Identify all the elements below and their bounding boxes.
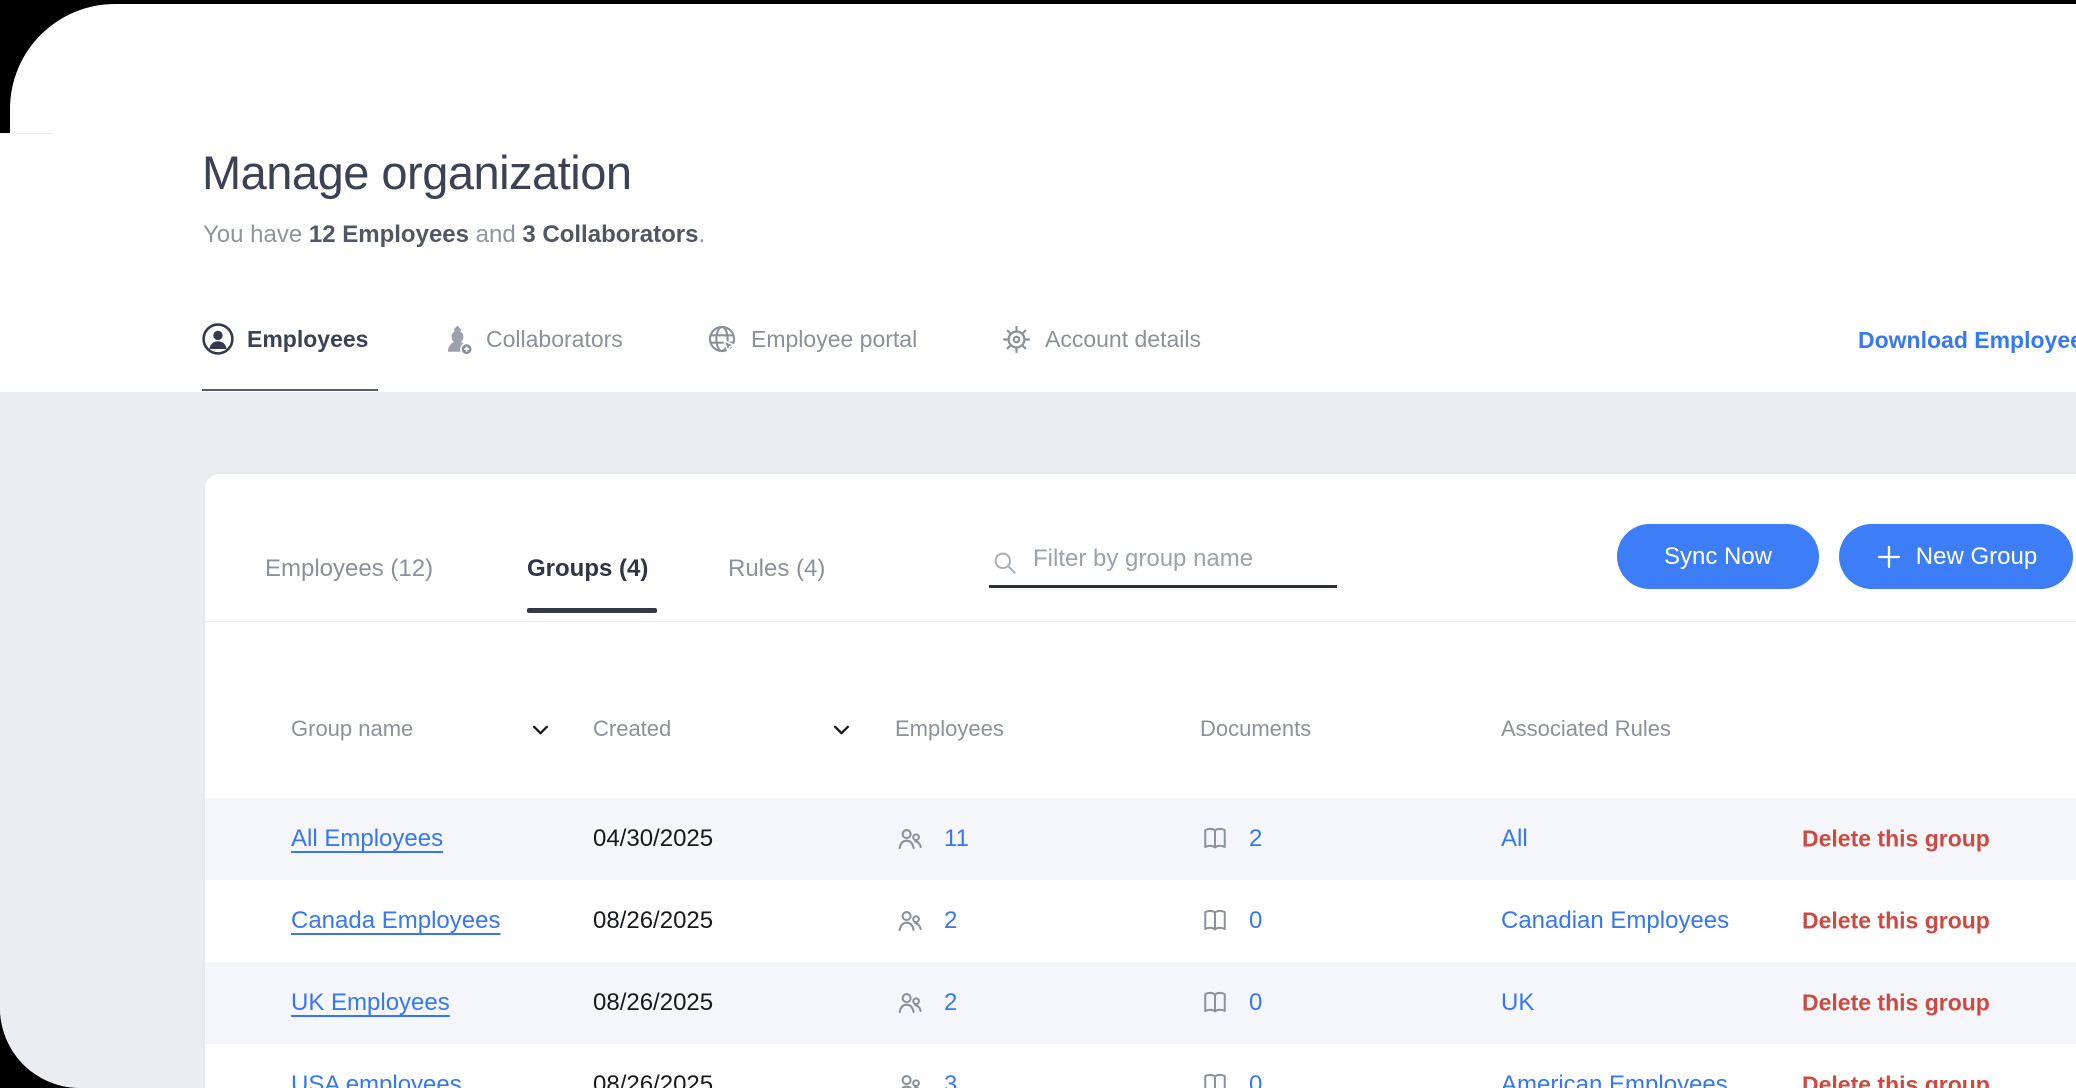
gear-icon — [1001, 324, 1032, 355]
employees-count-link[interactable]: 2 — [944, 989, 957, 1017]
tab-employee-portal[interactable]: Employee portal — [706, 315, 917, 363]
page-title: Manage organization — [202, 145, 631, 200]
documents-count-link[interactable]: 0 — [1249, 989, 1262, 1017]
associated-rules-link[interactable]: All — [1501, 825, 1528, 853]
employees-count-link[interactable]: 2 — [944, 907, 957, 935]
delete-group-button[interactable]: Delete this group — [1802, 908, 1990, 935]
tab-label: Account details — [1045, 326, 1201, 353]
book-icon — [1200, 824, 1230, 855]
table-header: Group name Created Employees Documents A… — [205, 716, 2076, 746]
associated-rules-link[interactable]: UK — [1501, 989, 1534, 1017]
employees-count-link[interactable]: 11 — [944, 825, 969, 853]
card-header-divider — [205, 621, 2076, 622]
created-date: 08/26/2025 — [593, 907, 713, 935]
book-icon — [1200, 906, 1230, 937]
active-card-tab-underline — [527, 608, 657, 613]
book-icon — [1200, 988, 1230, 1019]
tab-account-details[interactable]: Account details — [1001, 315, 1201, 363]
tab-employees[interactable]: Employees — [202, 315, 368, 363]
created-date: 08/26/2025 — [593, 1071, 713, 1088]
groups-card: Employees (12) Groups (4) Rules (4) Sync… — [205, 474, 2076, 1088]
filter-by-group-name-input[interactable] — [989, 536, 1337, 588]
associated-rules-link[interactable]: American Employees — [1501, 1071, 1728, 1088]
people-icon — [895, 1070, 926, 1088]
new-group-button[interactable]: New Group — [1839, 524, 2073, 589]
documents-count-link[interactable]: 2 — [1249, 825, 1262, 853]
table-row: Canada Employees 08/26/2025 2 0 Canadian… — [205, 880, 2076, 962]
column-documents: Documents — [1200, 716, 1311, 742]
page-top-seam — [0, 133, 54, 134]
person-circle-icon — [202, 323, 234, 355]
tab-collaborators[interactable]: Collaborators — [442, 315, 623, 363]
sync-now-button[interactable]: Sync Now — [1617, 524, 1819, 589]
people-icon — [895, 988, 926, 1019]
group-filter — [989, 536, 1337, 588]
window-chrome — [10, 4, 2076, 136]
download-employee-link[interactable]: Download Employee — [1858, 327, 2076, 354]
column-created: Created — [593, 716, 671, 742]
person-plus-icon — [442, 323, 473, 356]
page-subtitle: You have 12 Employees and 3 Collaborator… — [203, 221, 705, 249]
group-name-link[interactable]: All Employees — [291, 825, 443, 853]
card-tab-rules[interactable]: Rules (4) — [728, 555, 825, 583]
column-associated-rules: Associated Rules — [1501, 716, 1671, 742]
group-name-link[interactable]: USA employees — [291, 1071, 462, 1088]
card-tab-groups[interactable]: Groups (4) — [527, 555, 648, 583]
table-row: UK Employees 08/26/2025 2 0 UK Delete th… — [205, 962, 2076, 1044]
people-icon — [895, 824, 926, 855]
plus-icon — [1875, 543, 1903, 571]
app-window: Manage organization You have 12 Employee… — [0, 133, 2076, 1088]
employees-count-link[interactable]: 3 — [944, 1071, 957, 1088]
table-row: USA employees 08/26/2025 3 0 American Em… — [205, 1044, 2076, 1088]
tab-label: Collaborators — [486, 326, 623, 353]
active-tab-underline — [202, 389, 378, 391]
created-date: 04/30/2025 — [593, 825, 713, 853]
globe-cursor-icon — [706, 323, 738, 355]
tab-label: Employees — [247, 326, 368, 353]
documents-count-link[interactable]: 0 — [1249, 1071, 1262, 1088]
people-icon — [895, 906, 926, 937]
documents-count-link[interactable]: 0 — [1249, 907, 1262, 935]
card-tab-employees[interactable]: Employees (12) — [265, 555, 433, 583]
table-body: All Employees 04/30/2025 11 2 All Delete — [205, 798, 2076, 1088]
chevron-down-icon[interactable] — [532, 724, 549, 736]
new-group-label: New Group — [1916, 543, 2037, 571]
delete-group-button[interactable]: Delete this group — [1802, 990, 1990, 1017]
group-name-link[interactable]: Canada Employees — [291, 907, 500, 935]
delete-group-button[interactable]: Delete this group — [1802, 1072, 1990, 1088]
chevron-down-icon[interactable] — [833, 724, 850, 736]
book-icon — [1200, 1070, 1230, 1088]
column-employees: Employees — [895, 716, 1004, 742]
column-group-name: Group name — [291, 716, 413, 742]
group-name-link[interactable]: UK Employees — [291, 989, 450, 1017]
search-icon — [991, 549, 1018, 576]
delete-group-button[interactable]: Delete this group — [1802, 826, 1990, 853]
sync-now-label: Sync Now — [1664, 543, 1772, 571]
tab-label: Employee portal — [751, 326, 917, 353]
table-row: All Employees 04/30/2025 11 2 All Delete — [205, 798, 2076, 880]
associated-rules-link[interactable]: Canadian Employees — [1501, 907, 1729, 935]
created-date: 08/26/2025 — [593, 989, 713, 1017]
